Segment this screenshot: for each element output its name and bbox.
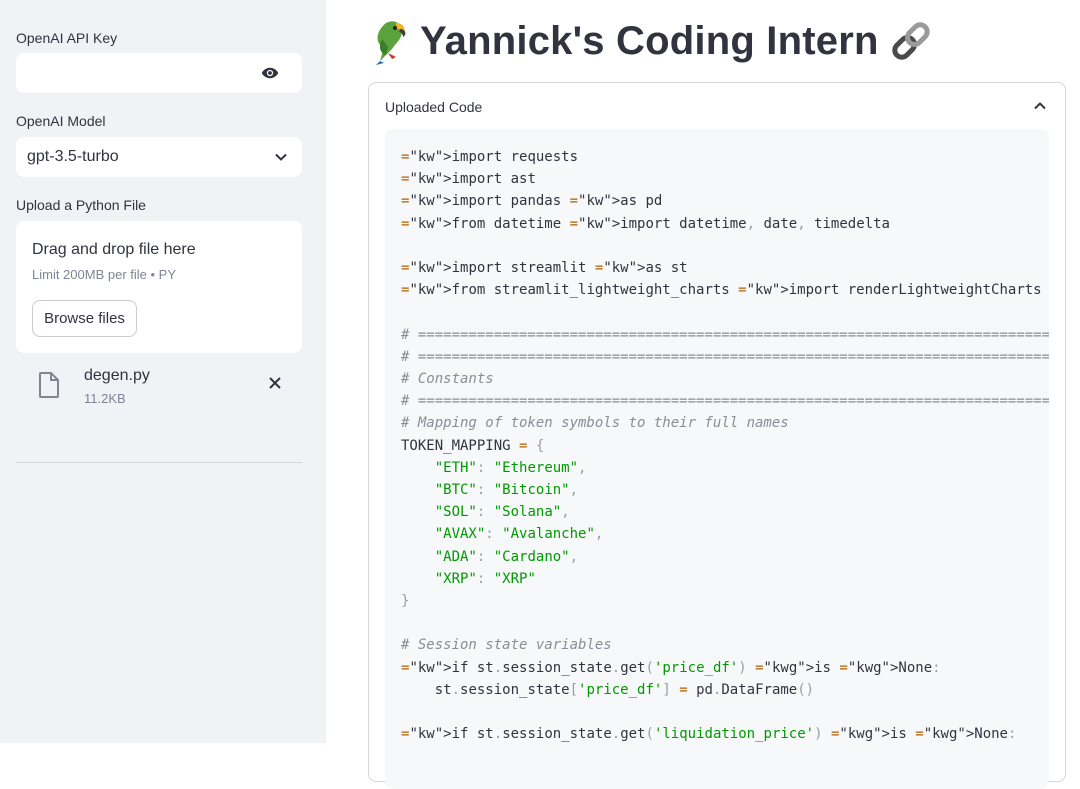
code-line: ="kw">from: [401, 282, 486, 299]
code-line: ="kw">import: [401, 260, 503, 277]
code-line: # Mapping of token symbols to their full…: [401, 415, 789, 432]
eye-icon[interactable]: [260, 64, 280, 82]
model-select-value: gpt-3.5-turbo: [27, 148, 119, 165]
chevron-down-icon[interactable]: [274, 150, 288, 164]
code-line: ="kw">if: [401, 726, 469, 743]
code-line: "BTC": "Bitcoin",: [434, 482, 579, 499]
uploaded-file: degen.py 11.2KB: [16, 365, 302, 411]
code-content: ="kw">import requests ="kw">import ast =…: [401, 146, 1049, 745]
dropzone-title: Drag and drop file here: [32, 241, 196, 258]
code-line: # Constants: [401, 371, 494, 388]
code-line: }: [401, 593, 410, 610]
file-name: degen.py: [84, 367, 150, 384]
api-key-label: OpenAI API Key: [16, 30, 118, 46]
api-key-input[interactable]: [16, 53, 302, 93]
chevron-up-icon[interactable]: [1033, 99, 1047, 113]
dropzone-limit: Limit 200MB per file • PY: [32, 267, 176, 282]
code-line: "SOL": "Solana",: [434, 504, 570, 521]
code-line: ="kw">from: [401, 215, 486, 232]
page-title: Yannick's Coding Intern: [366, 14, 933, 68]
title-text: Yannick's Coding Intern: [420, 18, 879, 63]
upload-label: Upload a Python File: [16, 197, 146, 213]
code-line: "AVAX": "Avalanche",: [434, 526, 604, 543]
code-line: ="kw">import: [401, 193, 503, 210]
code-line: st.session_state['price_df'] = pd.DataFr…: [401, 681, 815, 698]
model-select[interactable]: gpt-3.5-turbo: [16, 137, 302, 177]
code-line: ="kw">if: [401, 659, 469, 676]
code-line: # Session state variables: [401, 637, 612, 654]
code-block: ="kw">import requests ="kw">import ast =…: [385, 129, 1049, 789]
file-icon: [39, 372, 59, 398]
code-line: # ======================================…: [401, 393, 1049, 410]
code-line: "ETH": "Ethereum",: [434, 459, 587, 476]
browse-files-button[interactable]: Browse files: [32, 300, 137, 337]
file-size: 11.2KB: [84, 391, 126, 406]
code-line: ="kw">import: [401, 171, 503, 188]
code-line: ="kw">import: [401, 149, 503, 165]
code-line: TOKEN_MAPPING = {: [401, 437, 545, 454]
sidebar-divider: [16, 462, 302, 463]
link-icon: [891, 22, 930, 60]
sidebar: OpenAI API Key OpenAI Model gpt-3.5-turb…: [0, 0, 326, 743]
code-line: # ======================================…: [401, 326, 1049, 343]
model-label: OpenAI Model: [16, 113, 106, 129]
code-line: # ======================================…: [401, 348, 1049, 365]
file-dropzone[interactable]: Drag and drop file here Limit 200MB per …: [16, 221, 302, 353]
expander-label[interactable]: Uploaded Code: [385, 99, 482, 115]
code-line: "XRP": "XRP": [434, 570, 536, 587]
parrot-icon: [376, 21, 406, 65]
uploaded-code-expander: Uploaded Code ="kw">import requests ="kw…: [368, 82, 1066, 789]
code-line: "ADA": "Cardano",: [434, 548, 579, 565]
close-icon[interactable]: [267, 375, 283, 391]
